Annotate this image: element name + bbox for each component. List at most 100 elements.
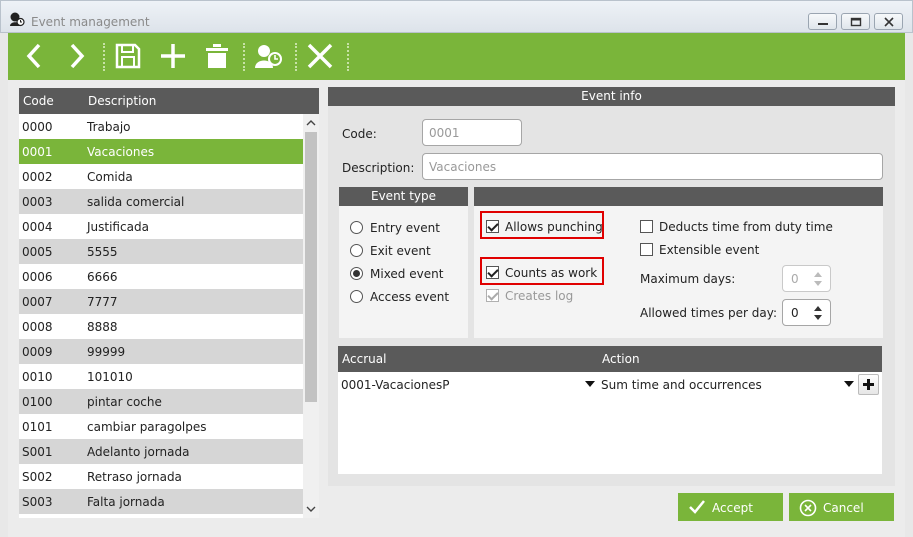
list-item-description: pintar coche [87,395,162,409]
accrual-select[interactable]: 0001-VacacionesP [341,378,450,392]
save-icon [115,43,141,69]
event-type-radio[interactable] [350,244,363,257]
list-item-description: 99999 [87,345,126,359]
list-item-code: 0009 [22,345,53,359]
extensible-event-checkbox[interactable] [640,243,653,256]
event-type-radio[interactable] [350,221,363,234]
counts-as-work-label: Counts as work [505,266,598,280]
accrual-header: Accrual Action [338,346,882,372]
column-header-action: Action [602,352,640,366]
check-icon [689,500,705,514]
next-button[interactable] [61,41,91,71]
maximize-button[interactable] [841,13,870,30]
maximum-days-stepper: 0 [782,265,831,292]
list-item[interactable]: 0003 salida comercial [19,189,303,214]
stepper-arrows-icon[interactable] [812,303,824,323]
scroll-up-icon[interactable] [306,118,316,128]
creates-log-checkbox [486,289,499,302]
list-item[interactable]: 0002 Comida [19,164,303,189]
list-item-code: 0007 [22,295,53,309]
event-type-label: Exit event [370,244,431,258]
list-item[interactable]: 0007 7777 [19,289,303,314]
list-item[interactable]: S003 Falta jornada [19,489,303,514]
list-item[interactable]: 0000 Trabajo [19,114,303,139]
event-type-radio[interactable] [350,267,363,280]
save-button[interactable] [113,41,143,71]
creates-log-label: Creates log [505,289,574,303]
allows-punching-label: Allows punching [505,220,603,234]
list-item-description: Comida [87,170,133,184]
list-item-description: salida comercial [87,195,185,209]
list-item-description: 6666 [87,270,118,284]
list-item[interactable]: 0010 101010 [19,364,303,389]
scrollbar[interactable] [303,114,319,518]
list-item[interactable]: S001 Adelanto jornada [19,439,303,464]
list-item[interactable]: 0100 pintar coche [19,389,303,414]
code-label: Code: [342,127,377,141]
list-item[interactable]: 0009 99999 [19,339,303,364]
list-item-code: 0010 [22,370,53,384]
list-item[interactable]: S002 Retraso jornada [19,464,303,489]
toolbar-separator [243,43,245,71]
list-item-code: 0008 [22,320,53,334]
trash-icon [206,44,228,68]
user-clock-icon [255,45,282,68]
add-accrual-button[interactable] [858,374,879,395]
list-item-code: 0001 [22,145,53,159]
code-field[interactable]: 0001 [422,119,522,146]
list-item-code: S001 [22,445,53,459]
scroll-down-icon[interactable] [306,504,316,514]
cancel-button[interactable]: Cancel [789,493,894,521]
column-header-code: Code [23,94,54,108]
list-item[interactable]: 0008 8888 [19,314,303,339]
list-item-code: 0005 [22,245,53,259]
list-item-description: Vacaciones [87,145,155,159]
add-button[interactable] [158,41,188,71]
close-button[interactable] [305,41,335,71]
event-type-radio[interactable] [350,290,363,303]
user-schedule-button[interactable] [253,41,283,71]
list-item[interactable]: 0006 6666 [19,264,303,289]
window-title: Event management [31,15,150,29]
toolbar-separator [295,43,297,71]
deducts-time-label: Deducts time from duty time [659,220,833,234]
list-item[interactable]: 0101 cambiar paragolpes [19,414,303,439]
delete-button[interactable] [202,41,232,71]
allows-punching-checkbox[interactable] [486,220,499,233]
description-field[interactable]: Vacaciones [422,153,883,180]
list-item-code: 0000 [22,120,53,134]
title-bar: Event management [0,0,913,33]
list-item-description: 7777 [87,295,118,309]
plus-icon [161,44,185,68]
list-item-description: 5555 [87,245,118,259]
accrual-table: 0001-VacacionesP Sum time and occurrence… [338,372,882,474]
event-type-header: Event type [339,187,468,206]
list-item-description: cambiar paragolpes [87,420,207,434]
allowed-times-label: Allowed times per day: [640,306,778,320]
options-header [474,187,883,206]
column-header-description: Description [88,94,157,108]
accept-button[interactable]: Accept [678,493,783,521]
accrual-dropdown-icon[interactable] [585,381,595,387]
list-item-description: 101010 [87,370,133,384]
action-dropdown-icon[interactable] [844,381,854,387]
previous-button[interactable] [20,41,50,71]
scrollbar-thumb[interactable] [305,132,317,402]
deducts-time-checkbox[interactable] [640,220,653,233]
list-item[interactable]: 0005 5555 [19,239,303,264]
extensible-event-label: Extensible event [659,243,760,257]
list-item[interactable]: 0001 Vacaciones [19,139,303,164]
toolbar [8,33,905,80]
counts-as-work-checkbox[interactable] [486,266,499,279]
list-item-code: 0006 [22,270,53,284]
stepper-arrows-icon [814,272,822,286]
list-item-description: Falta jornada [87,495,165,509]
minimize-button[interactable] [808,13,837,30]
list-item[interactable]: 0004 Justificada [19,214,303,239]
close-window-button[interactable] [874,13,903,30]
action-select[interactable]: Sum time and occurrences [601,378,762,392]
description-label: Description: [342,161,415,175]
toolbar-separator [103,43,105,71]
event-type-label: Access event [370,290,450,304]
allowed-times-stepper[interactable]: 0 [782,299,831,326]
